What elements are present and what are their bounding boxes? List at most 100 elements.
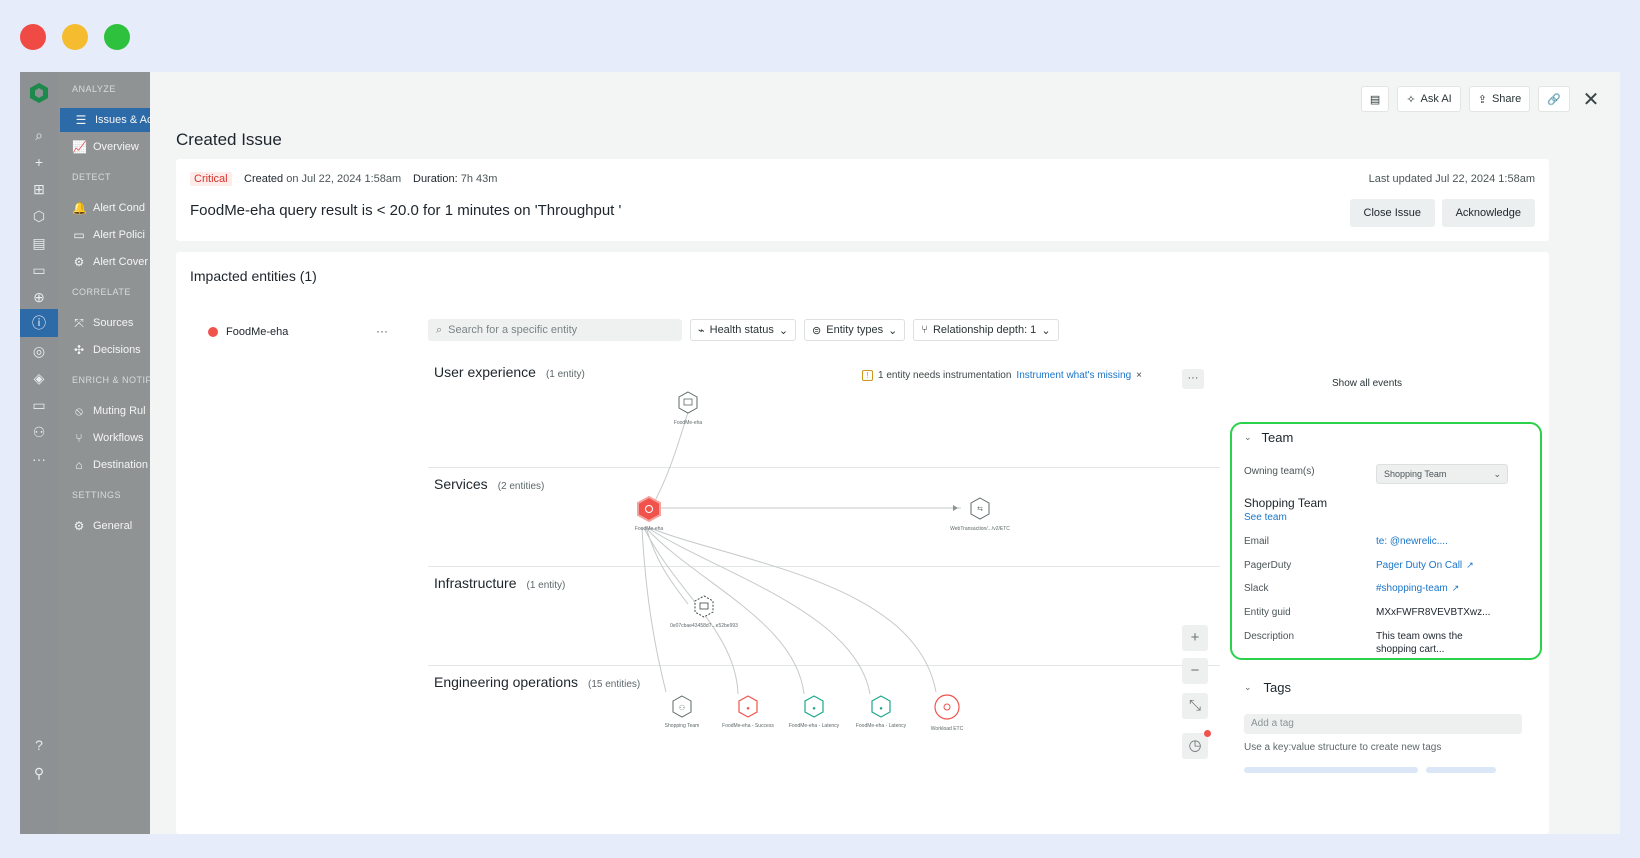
zoom-in-button[interactable]: + xyxy=(1182,625,1208,651)
pagerduty-link[interactable]: Pager Duty On Call ↗ xyxy=(1376,560,1474,571)
node-eng-latency-2[interactable]: ● FoodMe-eha - Latency xyxy=(856,695,907,729)
show-all-events-link[interactable]: Show all events xyxy=(1332,378,1402,389)
tag-chip[interactable] xyxy=(1426,767,1496,773)
svg-text:FoodMe-eha - Success: FoodMe-eha - Success xyxy=(722,723,774,729)
copy-link-button[interactable]: 🔗 xyxy=(1538,86,1570,112)
user-add-icon[interactable]: ⚲ xyxy=(20,762,58,784)
globe-icon[interactable]: ⊕ xyxy=(20,286,58,308)
newrelic-logo-icon[interactable] xyxy=(28,82,50,104)
add-tag-input[interactable]: Add a tag xyxy=(1244,714,1522,734)
nav-item-sources[interactable]: ⤧ Sources xyxy=(58,311,150,335)
history-button[interactable]: ◷ xyxy=(1182,733,1208,759)
node-eng-shopping-team[interactable]: ⚇ Shopping Team xyxy=(665,695,700,729)
warning-icon: ! xyxy=(862,370,873,381)
target-icon[interactable]: ◎ xyxy=(20,340,58,362)
nav-item-general[interactable]: ⚙ General xyxy=(58,514,150,538)
ask-ai-button[interactable]: ✧ Ask AI xyxy=(1397,86,1461,112)
close-panel-icon[interactable]: ✕ xyxy=(1578,87,1604,112)
node-eng-latency-1[interactable]: ● FoodMe-eha - Latency xyxy=(789,695,840,729)
nav-section-enrich: ENRICH & NOTIFY xyxy=(72,375,150,385)
slack-link[interactable]: #shopping-team ↗ xyxy=(1376,583,1459,594)
team-header[interactable]: ⌄ Team xyxy=(1244,430,1293,445)
chevron-down-icon: ⌄ xyxy=(1244,432,1252,442)
help-icon[interactable]: ? xyxy=(20,734,58,756)
edge xyxy=(643,527,739,695)
dismiss-icon[interactable]: × xyxy=(1136,370,1142,381)
synthetic-icon[interactable]: ▭ xyxy=(20,394,58,416)
nav-item-destinations[interactable]: ⌂ Destination xyxy=(58,453,150,477)
share-button[interactable]: ⇪ Share xyxy=(1468,86,1531,112)
duration-meta: Duration: 7h 43m xyxy=(413,173,498,185)
dashboards-icon[interactable]: ▤ xyxy=(20,232,58,254)
node-ux-foodme[interactable]: FoodMe-eha xyxy=(674,391,703,426)
node-infrastructure-host[interactable]: 0e07cbae43458d7...e52be993 xyxy=(670,595,738,629)
layers-icon[interactable]: ◈ xyxy=(20,367,58,389)
app-window: ⌕ + ⊞ ⬡ ▤ ▭ ⊕ ⓘ ◎ ◈ ▭ ⚇ ··· ? ⚲ ANALYZE … xyxy=(20,72,1620,834)
map-options-button[interactable]: ··· xyxy=(1182,369,1204,389)
nav-item-alert-coverage[interactable]: ⚙ Alert Cover xyxy=(58,250,150,274)
health-icon: ⌁ xyxy=(698,324,705,337)
tag-chip[interactable] xyxy=(1244,767,1418,773)
node-service-foodme[interactable]: FoodMe-eha xyxy=(635,495,664,532)
svg-text:Workload ETC: Workload ETC xyxy=(931,726,964,732)
svg-text:FoodMe-eha: FoodMe-eha xyxy=(635,526,664,532)
layer-engineering-operations: Engineering operations (15 entities) xyxy=(434,674,641,690)
created-meta: Created on Jul 22, 2024 1:58am xyxy=(244,173,402,185)
description-line-2: shopping cart... xyxy=(1376,644,1445,655)
close-window-button[interactable] xyxy=(20,24,46,50)
critical-status-icon xyxy=(208,327,218,337)
svg-text:Shopping Team: Shopping Team xyxy=(665,723,700,729)
nav-item-decisions[interactable]: ✣ Decisions xyxy=(58,338,150,362)
svg-text:FoodMe-eha - Latency: FoodMe-eha - Latency xyxy=(856,723,907,729)
add-icon[interactable]: + xyxy=(20,151,58,173)
severity-badge: Critical xyxy=(190,172,232,186)
description-line-1: This team owns the xyxy=(1376,631,1463,642)
entity-list-item[interactable]: FoodMe-eha xyxy=(208,326,288,338)
email-value[interactable]: te: @newrelic.... xyxy=(1376,536,1448,547)
more-icon[interactable]: ··· xyxy=(20,448,58,470)
minimize-window-button[interactable] xyxy=(62,24,88,50)
nav-item-workflows[interactable]: ⑂ Workflows xyxy=(58,426,150,450)
entity-types-filter[interactable]: ⊜ Entity types ⌄ xyxy=(804,319,906,341)
maximize-window-button[interactable] xyxy=(104,24,130,50)
relationship-depth-filter[interactable]: ⑂ Relationship depth: 1 ⌄ xyxy=(913,319,1059,341)
entity-search-input[interactable]: ⌕ Search for a specific entity xyxy=(428,319,682,341)
nav-item-alert-policies[interactable]: ▭ Alert Polici xyxy=(58,223,150,247)
svg-text:⇆: ⇆ xyxy=(977,506,983,513)
chevron-down-icon: ⌄ xyxy=(1041,324,1051,337)
nav-item-issues[interactable]: ☰ Issues & Ac xyxy=(60,108,150,132)
people-icon[interactable]: ⚇ xyxy=(20,421,58,443)
node-eng-workload[interactable]: Workload ETC xyxy=(931,694,964,732)
see-team-link[interactable]: See team xyxy=(1244,512,1287,523)
acknowledge-button[interactable]: Acknowledge xyxy=(1441,199,1535,227)
browser-icon[interactable]: ▭ xyxy=(20,259,58,281)
nav-item-muting-rules[interactable]: ⦸ Muting Rul xyxy=(58,399,150,423)
svg-text:FoodMe-eha: FoodMe-eha xyxy=(674,420,703,426)
folder-icon: ▭ xyxy=(73,228,85,242)
health-status-filter[interactable]: ⌁ Health status ⌄ xyxy=(690,319,797,341)
apps-grid-icon[interactable]: ⊞ xyxy=(20,178,58,200)
layer-divider xyxy=(428,467,1220,468)
zoom-out-button[interactable]: − xyxy=(1182,658,1208,684)
close-issue-button[interactable]: Close Issue xyxy=(1349,199,1435,227)
tags-header[interactable]: ⌄ Tags xyxy=(1244,680,1291,695)
apm-icon[interactable]: ⬡ xyxy=(20,205,58,227)
chevron-down-icon: ⌄ xyxy=(778,324,789,337)
fit-view-button[interactable]: ⤡ xyxy=(1182,693,1208,719)
entity-more-button[interactable]: ··· xyxy=(376,324,388,338)
owning-team-select[interactable]: Shopping Team ⌄ xyxy=(1376,464,1508,484)
entity-type-icon: ⊜ xyxy=(812,324,822,337)
nav-item-alert-conditions[interactable]: 🔔 Alert Cond xyxy=(58,196,150,220)
layer-user-experience: User experience (1 entity) xyxy=(434,364,585,380)
search-icon[interactable]: ⌕ xyxy=(20,124,58,146)
node-service-webtransaction[interactable]: ⇆ WebTransaction/.../v2/ETC xyxy=(950,497,1010,532)
description-label: Description xyxy=(1244,631,1295,642)
instrument-link[interactable]: Instrument what's missing xyxy=(1016,370,1131,381)
sparkle-icon: ✧ xyxy=(1406,93,1416,106)
node-eng-success[interactable]: ● FoodMe-eha - Success xyxy=(722,695,774,729)
external-link-icon: ↗ xyxy=(1451,583,1460,593)
alerts-icon[interactable]: ⓘ xyxy=(20,309,58,337)
svg-text:●: ● xyxy=(746,706,750,712)
notes-button[interactable]: ▤ xyxy=(1360,86,1390,112)
nav-item-overview[interactable]: 📈 Overview xyxy=(58,135,150,159)
